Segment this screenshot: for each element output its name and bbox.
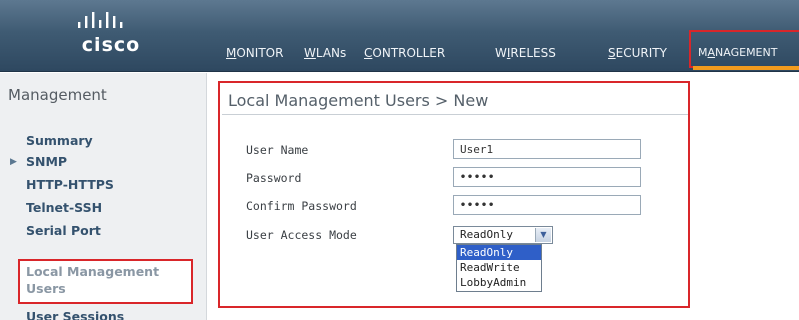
dropdown-option-readonly[interactable]: ReadOnly bbox=[457, 245, 541, 260]
dropdown-option-lobbyadmin[interactable]: LobbyAdmin bbox=[457, 275, 541, 290]
page-title: Local Management Users > New bbox=[228, 91, 489, 110]
sidebar-item-user-sessions[interactable]: User Sessions bbox=[26, 309, 124, 320]
nav-label-part: RELESS bbox=[510, 46, 556, 60]
user-name-label: User Name bbox=[246, 143, 309, 157]
top-header: cisco MONITOR WLANs CONTROLLER WIRELESS … bbox=[0, 0, 799, 72]
nav-label-part: ECURITY bbox=[615, 46, 667, 60]
sidebar-item-local-management-users[interactable]: Local Management Users bbox=[26, 263, 188, 297]
sidebar-item-snmp[interactable]: SNMP bbox=[26, 154, 67, 169]
active-tab-indicator bbox=[693, 66, 799, 70]
nav-label-accel: W bbox=[304, 46, 316, 60]
cisco-logo[interactable]: cisco bbox=[66, 10, 166, 66]
cisco-bars-icon bbox=[78, 12, 123, 28]
nav-label-part: LANs bbox=[315, 46, 347, 60]
dropdown-option-readwrite[interactable]: ReadWrite bbox=[457, 260, 541, 275]
title-divider bbox=[222, 114, 688, 115]
triangle-right-icon[interactable]: ▶ bbox=[10, 157, 17, 167]
password-field[interactable] bbox=[453, 167, 641, 187]
password-label: Password bbox=[246, 171, 302, 185]
chevron-down-icon[interactable]: ▼ bbox=[535, 228, 551, 242]
nav-wireless[interactable]: WIRELESS bbox=[495, 46, 556, 60]
nav-label-part: W bbox=[495, 46, 507, 60]
nav-label-accel: M bbox=[226, 46, 237, 60]
nav-security[interactable]: SECURITY bbox=[608, 46, 667, 60]
sidebar-item-telnet-ssh[interactable]: Telnet-SSH bbox=[26, 200, 102, 215]
user-name-field[interactable] bbox=[453, 139, 641, 159]
user-access-mode-select[interactable]: ReadOnly ▼ bbox=[453, 226, 553, 244]
nav-label-accel: S bbox=[608, 46, 616, 60]
access-mode-dropdown: ReadOnly ReadWrite LobbyAdmin bbox=[456, 244, 542, 292]
nav-label-part: ONITOR bbox=[236, 46, 284, 60]
select-value: ReadOnly bbox=[460, 228, 513, 241]
confirm-password-label: Confirm Password bbox=[246, 199, 357, 213]
nav-wlans[interactable]: WLANs bbox=[304, 46, 346, 60]
confirm-password-field[interactable] bbox=[453, 195, 641, 215]
nav-monitor[interactable]: MONITOR bbox=[226, 46, 283, 60]
sidebar-title: Management bbox=[8, 86, 107, 104]
highlight-box-management bbox=[689, 30, 799, 68]
logo-text: cisco bbox=[81, 34, 141, 56]
user-access-mode-label: User Access Mode bbox=[246, 228, 357, 242]
nav-label-part: ONTROLLER bbox=[372, 46, 446, 60]
sidebar-item-summary[interactable]: Summary bbox=[26, 133, 93, 148]
nav-controller[interactable]: CONTROLLER bbox=[364, 46, 445, 60]
sidebar-item-http-https[interactable]: HTTP-HTTPS bbox=[26, 177, 114, 192]
sidebar-item-serial-port[interactable]: Serial Port bbox=[26, 223, 101, 238]
